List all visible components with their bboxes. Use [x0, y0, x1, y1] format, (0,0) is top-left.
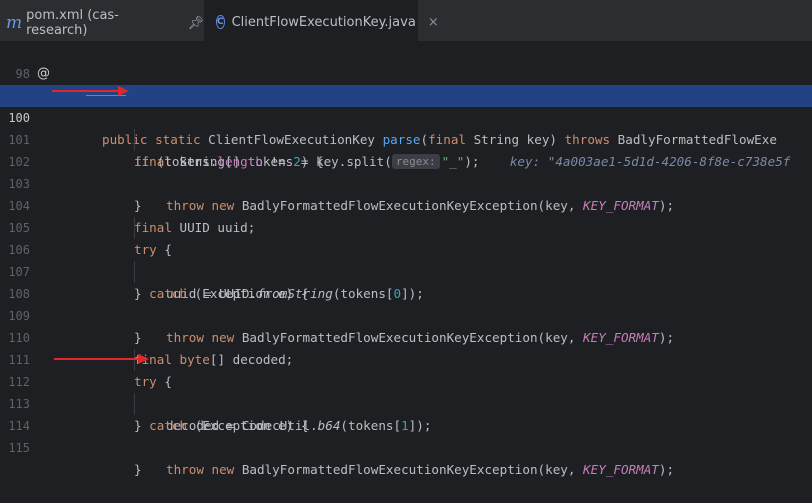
editor-tab-bar: m pom.xml (cas-research) 📌︎ C ClientFlow…	[0, 0, 812, 47]
maven-icon: m	[6, 13, 23, 33]
class-icon: C	[216, 15, 225, 29]
code-line: 115 }	[0, 415, 812, 477]
code-line: 108 throw new BadlyFormattedFlowExecutio…	[0, 261, 812, 345]
indent-guide	[134, 393, 135, 415]
tab-label: pom.xml (cas-research)	[26, 8, 119, 38]
code-text: throw new BadlyFormattedFlowExecutionKey…	[166, 462, 675, 477]
code-line: 107 } catch (Exception e) {	[0, 239, 812, 301]
close-icon[interactable]: ×	[428, 15, 439, 30]
indent-guide	[134, 129, 135, 151]
tab-pom-xml[interactable]: m pom.xml (cas-research) 📌︎	[0, 0, 204, 46]
code-line: 101 if (tokens.length != 2) {	[0, 107, 812, 169]
indent-guide	[134, 261, 135, 283]
code-line: 110 final byte[] decoded;	[0, 305, 812, 367]
code-editor[interactable]: 98 99 @ public static ClientFlowExecutio…	[0, 41, 812, 477]
red-arrow-line-100	[50, 84, 130, 98]
code-line: 105 try {	[0, 195, 812, 257]
code-line: 106 uuid = UUID.fromString(tokens[0]);	[0, 217, 812, 301]
code-line: 109 }	[0, 283, 812, 345]
code-line: 113 } catch (Exception e) {	[0, 371, 812, 433]
code-line: 114 throw new BadlyFormattedFlowExecutio…	[0, 393, 812, 477]
code-line-partial	[0, 437, 812, 444]
code-line: 99 @ public static ClientFlowExecutionKe…	[0, 63, 812, 147]
indent-guide	[134, 217, 135, 239]
pin-icon[interactable]: 📌︎	[187, 16, 204, 31]
annotation-usage-icon[interactable]: @	[37, 63, 50, 85]
code-line: 103 }	[0, 151, 812, 213]
code-line: 111 try {	[0, 327, 812, 389]
code-line: 102 throw new BadlyFormattedFlowExecutio…	[0, 129, 812, 213]
code-line: 98	[0, 41, 812, 81]
red-arrow-line-112	[52, 352, 152, 366]
code-line: 104 final UUID uuid;	[0, 173, 812, 235]
tab-label: ClientFlowExecutionKey.java	[231, 14, 416, 30]
tab-clientflowexecutionkey-java[interactable]: C ClientFlowExecutionKey.java ×	[204, 0, 439, 46]
code-text: }	[134, 462, 142, 477]
